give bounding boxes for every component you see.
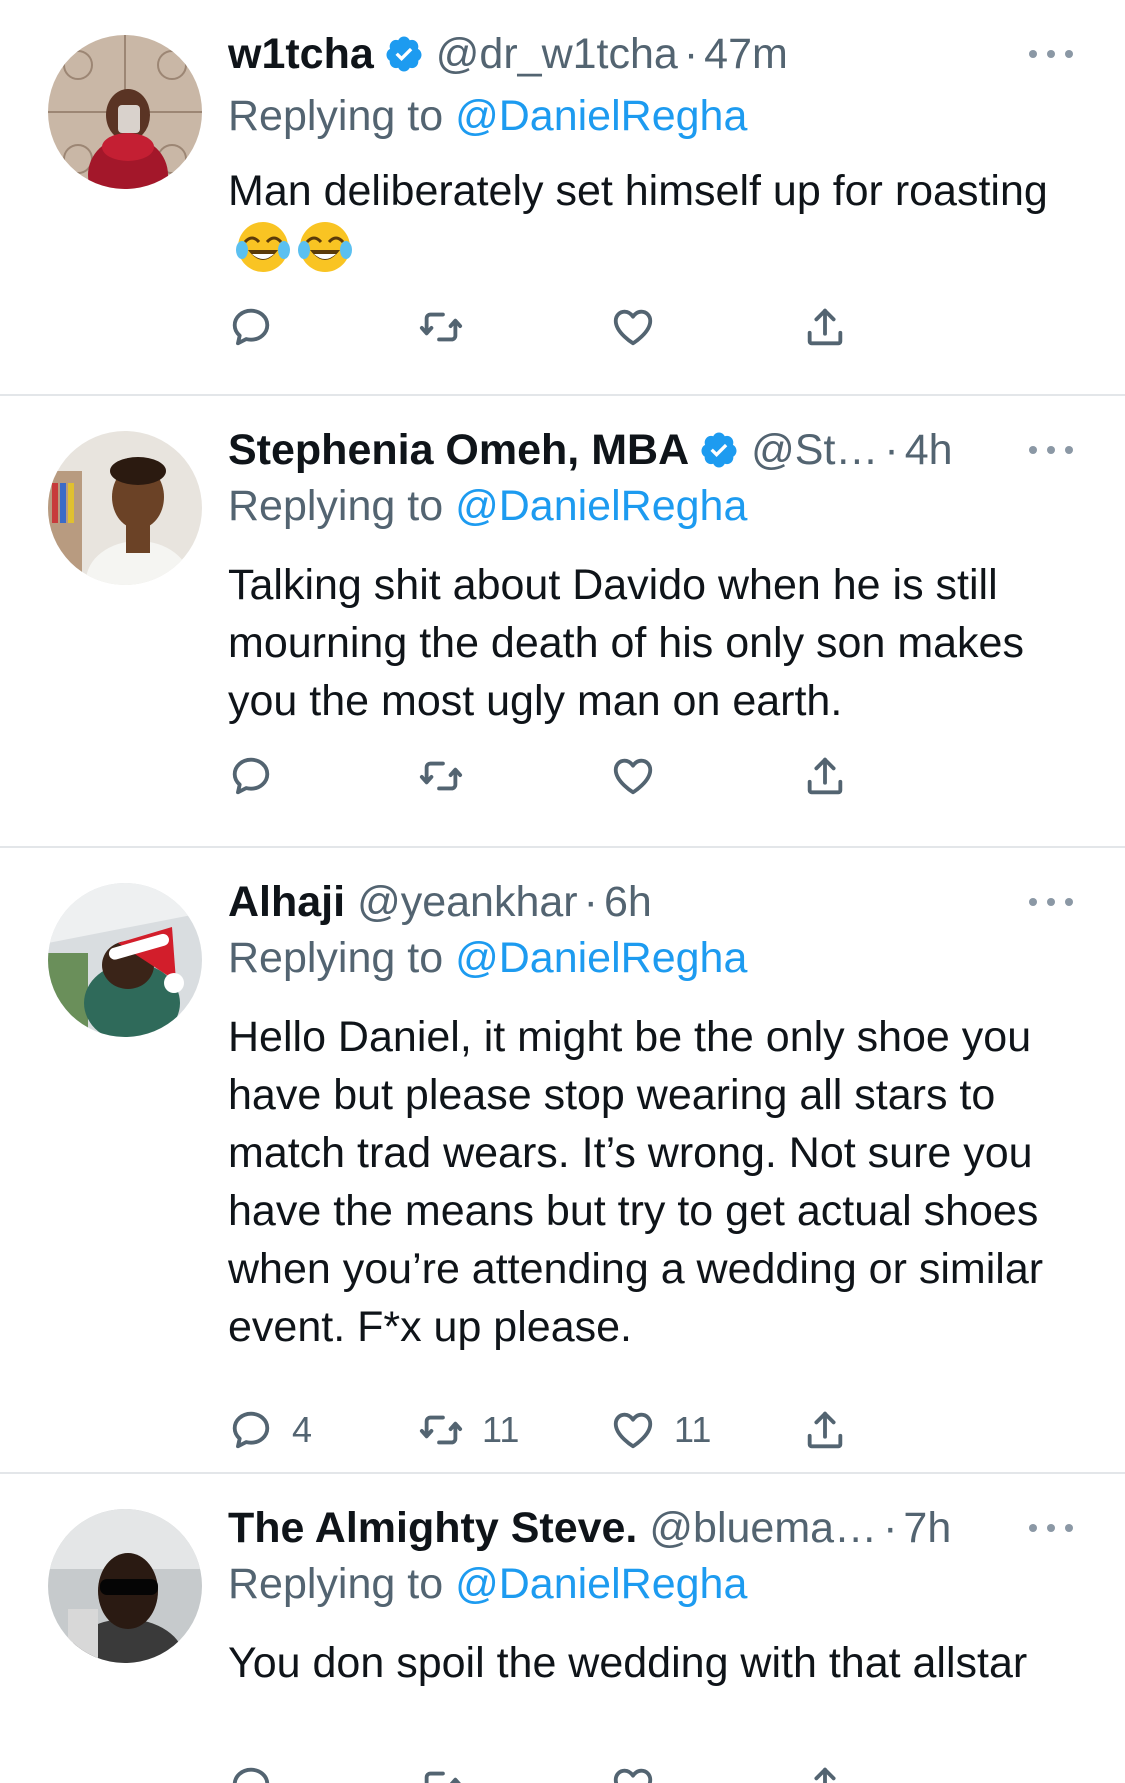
retweet-button[interactable] — [418, 1762, 464, 1783]
reply-button[interactable] — [228, 1762, 274, 1783]
retweet-icon — [419, 1415, 463, 1445]
handle[interactable]: @yeankhar — [357, 876, 578, 928]
tweet[interactable]: Alhaji @yeankhar · 6h Replying to @Danie… — [0, 848, 1125, 1472]
retweet-icon — [419, 312, 463, 342]
dot-separator: · — [883, 1504, 898, 1552]
tweet-text-body: Man deliberately set himself up for roas… — [228, 167, 1048, 215]
tweet-text: Talking shit about Davido when he is sti… — [228, 561, 1024, 725]
retweet-button[interactable] — [418, 752, 482, 800]
tweet-text: You don spoil the wedding with that alls… — [228, 1639, 1028, 1687]
handle[interactable]: @bluema… — [649, 1502, 877, 1554]
tweet[interactable]: The Almighty Steve. @bluema… · 7h Replyi… — [0, 1474, 1125, 1783]
tweet-text: Hello Daniel, it might be the only shoe … — [228, 1013, 1044, 1351]
like-count: 11 — [674, 1409, 712, 1450]
share-icon — [814, 1767, 836, 1783]
display-name[interactable]: Stephenia Omeh, MBA — [228, 424, 689, 476]
display-name[interactable]: w1tcha — [228, 28, 374, 80]
reply-icon — [232, 1411, 270, 1449]
retweet-button[interactable] — [418, 303, 482, 351]
timestamp[interactable]: 7h — [903, 1502, 951, 1554]
avatar[interactable] — [48, 1509, 202, 1663]
reply-icon — [232, 308, 270, 346]
reply-button[interactable] — [228, 303, 292, 351]
mention-link[interactable]: @DanielRegha — [455, 934, 747, 982]
share-button[interactable] — [802, 303, 848, 351]
replying-to: Replying to @DanielRegha — [228, 1558, 747, 1610]
reply-count: 4 — [292, 1409, 313, 1450]
tweet-text: Man deliberately set himself up for roas… — [228, 162, 1088, 279]
display-name[interactable]: The Almighty Steve. — [228, 1502, 637, 1554]
timestamp[interactable]: 4h — [905, 424, 953, 476]
reply-feed: w1tcha @dr_w1tcha · 47m Replying to @Dan… — [0, 0, 1125, 1783]
share-button[interactable] — [802, 1406, 848, 1454]
heart-icon — [613, 1768, 653, 1783]
dot-separator: · — [683, 30, 699, 78]
share-icon — [807, 308, 843, 346]
handle[interactable]: @St… — [751, 424, 878, 476]
more-options-icon[interactable] — [1029, 44, 1073, 64]
like-button[interactable] — [610, 752, 674, 800]
verified-badge-icon — [386, 36, 422, 72]
more-options-icon[interactable] — [1029, 440, 1073, 460]
avatar[interactable] — [48, 431, 202, 585]
reply-button[interactable] — [228, 752, 292, 800]
share-button[interactable] — [802, 752, 848, 800]
reply-icon — [232, 757, 270, 795]
share-icon — [807, 757, 843, 795]
dot-separator: · — [583, 878, 598, 926]
more-options-icon[interactable] — [1029, 892, 1073, 912]
action-bar — [228, 752, 948, 800]
display-name[interactable]: Alhaji — [228, 876, 345, 928]
action-bar: 4 11 11 — [228, 1406, 948, 1454]
replying-label: Replying to — [228, 482, 444, 530]
retweet-button[interactable]: 11 — [418, 1406, 519, 1454]
action-bar — [228, 303, 948, 351]
heart-icon — [613, 1412, 653, 1449]
verified-badge-icon — [701, 432, 737, 468]
mention-link[interactable]: @DanielRegha — [455, 482, 747, 530]
timestamp[interactable]: 6h — [604, 876, 652, 928]
avatar[interactable] — [48, 883, 202, 1037]
action-bar — [228, 1762, 948, 1783]
mention-link[interactable]: @DanielRegha — [455, 92, 747, 140]
more-options-icon[interactable] — [1029, 1518, 1073, 1538]
retweet-icon — [424, 1771, 461, 1783]
share-button[interactable] — [802, 1762, 848, 1783]
avatar[interactable] — [48, 35, 202, 189]
dot-separator: · — [884, 426, 899, 474]
replying-label: Replying to — [228, 1560, 444, 1608]
face-with-tears-of-joy-icon — [298, 222, 352, 272]
handle[interactable]: @dr_w1tcha — [436, 28, 678, 80]
face-with-tears-of-joy-icon — [236, 222, 290, 272]
reply-icon — [232, 1767, 270, 1783]
replying-to: Replying to @DanielRegha — [228, 90, 747, 142]
tweet[interactable]: w1tcha @dr_w1tcha · 47m Replying to @Dan… — [0, 0, 1125, 394]
replying-label: Replying to — [228, 934, 444, 982]
retweet-icon — [419, 761, 463, 791]
mention-link[interactable]: @DanielRegha — [455, 1560, 747, 1608]
heart-icon — [613, 309, 653, 346]
heart-icon — [613, 758, 653, 795]
like-button[interactable]: 11 — [610, 1406, 711, 1454]
like-button[interactable] — [610, 303, 674, 351]
replying-to: Replying to @DanielRegha — [228, 932, 747, 984]
reply-button[interactable]: 4 — [228, 1406, 312, 1454]
like-button[interactable] — [610, 1762, 656, 1783]
replying-label: Replying to — [228, 92, 444, 140]
share-icon — [807, 1411, 843, 1449]
tweet[interactable]: Stephenia Omeh, MBA @St… · 4h Replying t… — [0, 396, 1125, 846]
retweet-count: 11 — [482, 1409, 520, 1450]
replying-to: Replying to @DanielRegha — [228, 480, 747, 532]
timestamp[interactable]: 47m — [704, 28, 788, 80]
